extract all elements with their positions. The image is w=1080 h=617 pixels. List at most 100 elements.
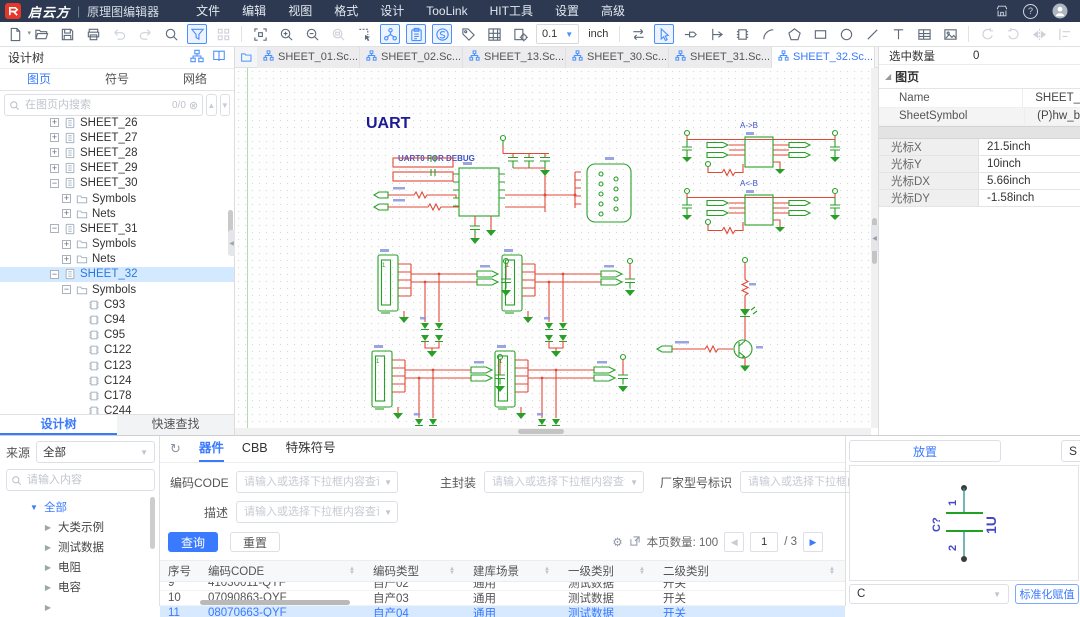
help-icon[interactable]: ? <box>1023 4 1038 19</box>
triangle-right-icon[interactable]: ▶ <box>44 603 52 612</box>
tree-item[interactable]: +SHEET_29 <box>0 161 234 176</box>
tree-item[interactable]: +Symbols <box>0 237 234 252</box>
place-button[interactable]: 放置 <box>849 440 1001 462</box>
triangle-down-icon[interactable]: ▼ <box>30 503 38 512</box>
area-select-button[interactable] <box>354 24 374 44</box>
tree-item[interactable]: +Nets <box>0 252 234 267</box>
gear-icon[interactable]: ⚙ <box>612 535 622 549</box>
tree-item[interactable]: C94 <box>0 312 234 327</box>
table-tool-button[interactable] <box>914 24 934 44</box>
tree-tab-网络[interactable]: 网络 <box>156 69 234 90</box>
category-scrollbar-thumb[interactable] <box>150 497 155 549</box>
sort-icon[interactable]: ▲▼ <box>639 567 645 575</box>
library-tab-器件[interactable]: 器件 <box>199 436 224 462</box>
table-header-一级类别[interactable]: 一级类别▲▼ <box>560 563 655 579</box>
tree-search-input[interactable] <box>23 98 169 112</box>
library-search-input[interactable] <box>25 473 150 487</box>
table-hscroll-thumb[interactable] <box>200 600 350 605</box>
clipboard-button[interactable] <box>406 24 426 44</box>
tree-item[interactable]: C95 <box>0 328 234 343</box>
tag-button[interactable] <box>458 24 478 44</box>
zoom-in-button[interactable] <box>276 24 296 44</box>
table-header-编码CODE[interactable]: 编码CODE▲▼ <box>200 563 365 579</box>
expander-minus-icon[interactable]: − <box>50 270 59 279</box>
search-button[interactable] <box>161 24 181 44</box>
expander-minus-icon[interactable]: − <box>50 179 59 188</box>
expander-plus-icon[interactable]: + <box>62 194 71 203</box>
menu-TooLink[interactable]: TooLink <box>415 0 478 22</box>
sheet-tab[interactable]: SHEET_02.Sc... <box>360 47 463 68</box>
table-header-序号[interactable]: 序号 <box>160 563 200 579</box>
library-book-icon[interactable] <box>212 49 226 66</box>
category-item[interactable]: ▶电容 <box>0 577 159 597</box>
circle-tool-button[interactable] <box>836 24 856 44</box>
tree-item[interactable]: +SHEET_27 <box>0 130 234 145</box>
grid-size-select[interactable]: 0.1▼ <box>536 24 579 44</box>
section-collapse-icon[interactable]: ◢ <box>885 72 891 81</box>
refresh-icon[interactable]: ↻ <box>170 441 181 457</box>
sheet-tab[interactable]: SHEET_31.Sc... <box>669 47 772 68</box>
left-panel-collapse-handle[interactable]: ◀ <box>228 230 235 256</box>
open-button[interactable] <box>31 24 51 44</box>
tree-tab-图页[interactable]: 图页 <box>0 69 78 90</box>
menu-设置[interactable]: 设置 <box>544 0 590 22</box>
property-value[interactable]: (P)hw_b <box>1024 108 1080 126</box>
image-tool-button[interactable] <box>940 24 960 44</box>
tree-item[interactable]: C93 <box>0 297 234 312</box>
tree-item[interactable]: C122 <box>0 343 234 358</box>
table-header-二级类别[interactable]: 二级类别▲▼ <box>655 563 845 579</box>
expander-minus-icon[interactable]: − <box>50 224 59 233</box>
store-icon[interactable] <box>995 4 1009 18</box>
menu-HIT工具[interactable]: HIT工具 <box>479 0 544 22</box>
library-tab-CBB[interactable]: CBB <box>242 436 268 462</box>
sheet-settings-button[interactable] <box>510 24 530 44</box>
schematic-mode-button[interactable]: S <box>1061 440 1080 462</box>
package-filter-input[interactable] <box>490 475 627 489</box>
tree-item[interactable]: +SHEET_26 <box>0 115 234 130</box>
menu-格式[interactable]: 格式 <box>323 0 369 22</box>
footprint-select[interactable]: C ▼ <box>849 584 1009 604</box>
bus-entry-tool-button[interactable] <box>706 24 726 44</box>
triangle-right-icon[interactable]: ▶ <box>44 543 52 552</box>
table-header-编码类型[interactable]: 编码类型▲▼ <box>365 563 465 579</box>
expander-plus-icon[interactable]: + <box>50 133 59 142</box>
prev-page-button[interactable]: ◀ <box>724 532 744 552</box>
tree-tab-符号[interactable]: 符号 <box>78 69 156 90</box>
source-select[interactable]: 全部 ▼ <box>36 441 155 463</box>
menu-文件[interactable]: 文件 <box>185 0 231 22</box>
select-tool-button[interactable] <box>654 24 674 44</box>
filter-button[interactable] <box>187 24 207 44</box>
reset-button[interactable]: 重置 <box>230 532 280 552</box>
sort-icon[interactable]: ▲▼ <box>349 567 355 575</box>
tree-item[interactable]: +Symbols <box>0 191 234 206</box>
current-page-input[interactable]: 1 <box>750 532 778 552</box>
code-filter-input[interactable] <box>242 475 381 489</box>
expander-plus-icon[interactable]: + <box>50 148 59 157</box>
sheet-tab[interactable]: SHEET_32.Sc... <box>772 47 875 68</box>
cross-probe-button[interactable] <box>380 24 400 44</box>
save-button[interactable] <box>57 24 77 44</box>
tree-item[interactable]: −SHEET_30 <box>0 176 234 191</box>
property-value[interactable]: SHEET_ <box>1022 89 1080 107</box>
category-item[interactable]: ▶电阻 <box>0 557 159 577</box>
component-tool-button[interactable] <box>732 24 752 44</box>
code-filter-field[interactable]: ▼ <box>236 471 398 493</box>
user-avatar[interactable] <box>1052 3 1068 19</box>
tree-item[interactable]: C123 <box>0 358 234 373</box>
category-item[interactable]: ▶ <box>0 597 159 617</box>
net-port-tool-button[interactable] <box>680 24 700 44</box>
desc-filter-field[interactable]: ▼ <box>236 501 398 523</box>
tree-item[interactable]: C124 <box>0 373 234 388</box>
category-item[interactable]: ▼全部 <box>0 497 159 517</box>
bottom-tab-快速查找[interactable]: 快速查找 <box>117 415 234 435</box>
tree-item[interactable]: C178 <box>0 388 234 403</box>
package-filter-field[interactable]: ▼ <box>484 471 644 493</box>
menu-编辑[interactable]: 编辑 <box>231 0 277 22</box>
swap-wire-button[interactable] <box>628 24 648 44</box>
tree-item[interactable]: −SHEET_32 <box>0 267 234 282</box>
rectangle-tool-button[interactable] <box>810 24 830 44</box>
expander-plus-icon[interactable]: + <box>62 209 71 218</box>
canvas-hscroll-thumb[interactable] <box>518 429 564 434</box>
save-all-button[interactable] <box>83 24 103 44</box>
expander-plus-icon[interactable]: + <box>62 255 71 264</box>
